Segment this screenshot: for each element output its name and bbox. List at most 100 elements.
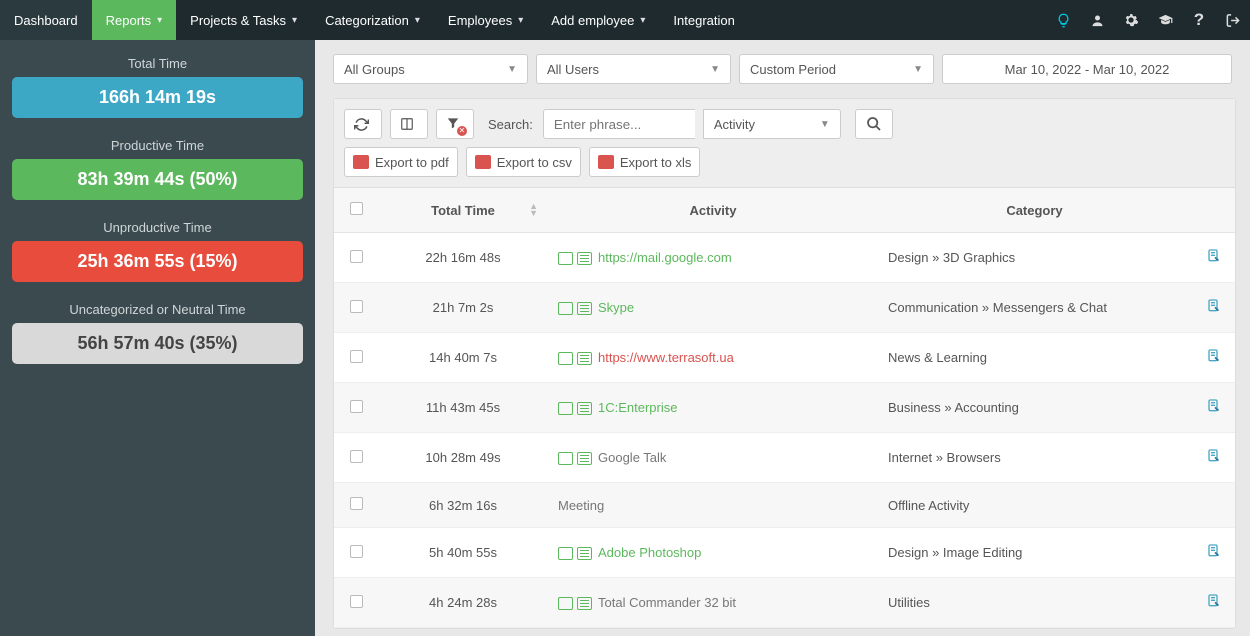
export-xls-button[interactable]: Export to xls [589, 147, 701, 177]
table-row: 6h 32m 16sMeetingOffline Activity [334, 483, 1235, 528]
cell-time: 5h 40m 55s [378, 528, 548, 578]
table-row: 5h 40m 55s Adobe Photoshop Design » Image … [334, 528, 1235, 578]
cell-time: 4h 24m 28s [378, 578, 548, 628]
row-checkbox[interactable] [350, 250, 363, 263]
row-checkbox[interactable] [350, 595, 363, 608]
select-all-checkbox[interactable] [350, 202, 363, 215]
document-icon [577, 252, 592, 265]
cell-activity: https://www.terrasoft.ua [548, 333, 878, 383]
user-icon[interactable] [1080, 0, 1114, 40]
nav-item-reports[interactable]: Reports▾ [92, 0, 177, 40]
search-input[interactable] [543, 109, 695, 139]
monitor-icon [558, 302, 573, 315]
cell-activity: https://mail.google.com [548, 233, 878, 283]
row-checkbox[interactable] [350, 545, 363, 558]
row-checkbox[interactable] [350, 497, 363, 510]
row-checkbox[interactable] [350, 400, 363, 413]
monitor-icon [558, 597, 573, 610]
cell-activity: 1C:Enterprise [548, 383, 878, 433]
columns-button[interactable] [390, 109, 428, 139]
sidebar: Total Time166h 14m 19sProductive Time83h… [0, 40, 315, 636]
csv-icon [475, 155, 491, 169]
date-range-select[interactable]: Mar 10, 2022 - Mar 10, 2022 [942, 54, 1232, 84]
document-icon [577, 597, 592, 610]
export-csv-button[interactable]: Export to csv [466, 147, 581, 177]
export-pdf-button[interactable]: Export to pdf [344, 147, 458, 177]
report-panel: ✕ Search: Activity▼ Export to pdf Export… [333, 98, 1236, 629]
metric-label: Total Time [12, 50, 303, 77]
cell-time: 22h 16m 48s [378, 233, 548, 283]
chevron-down-icon: ▾ [157, 15, 162, 26]
table-row: 22h 16m 48shttps://mail.google.comDesign… [334, 233, 1235, 283]
table-row: 21h 7m 2sSkypeCommunication » Messengers… [334, 283, 1235, 333]
cell-time: 11h 43m 45s [378, 383, 548, 433]
period-select[interactable]: Custom Period▼ [739, 54, 934, 84]
search-label: Search: [482, 117, 535, 132]
edit-category-button[interactable] [1205, 453, 1221, 468]
edit-category-button[interactable] [1205, 303, 1221, 318]
activity-link[interactable]: Skype [598, 300, 634, 315]
monitor-icon [558, 352, 573, 365]
chevron-down-icon: ▾ [518, 15, 523, 26]
chevron-down-icon: ▾ [292, 15, 297, 26]
activity-link[interactable]: Adobe Photoshop [598, 545, 701, 560]
row-checkbox[interactable] [350, 350, 363, 363]
cell-category: News & Learning [878, 333, 1191, 383]
activity-link[interactable]: 1C:Enterprise [598, 400, 677, 415]
search-button[interactable] [855, 109, 893, 139]
lightbulb-icon[interactable] [1046, 0, 1080, 40]
logout-icon[interactable] [1216, 0, 1250, 40]
col-header-activity[interactable]: Activity [548, 188, 878, 233]
chevron-down-icon: ▾ [415, 15, 420, 26]
chevron-down-icon: ▾ [640, 15, 645, 26]
refresh-button[interactable] [344, 109, 382, 139]
col-header-category[interactable]: Category [878, 188, 1191, 233]
document-icon [577, 547, 592, 560]
cell-time: 6h 32m 16s [378, 483, 548, 528]
gear-icon[interactable] [1114, 0, 1148, 40]
xls-icon [598, 155, 614, 169]
col-header-time[interactable]: Total Time▲▼ [378, 188, 548, 233]
row-checkbox[interactable] [350, 450, 363, 463]
row-checkbox[interactable] [350, 300, 363, 313]
user-select[interactable]: All Users▼ [536, 54, 731, 84]
monitor-icon [558, 252, 573, 265]
search-scope-select[interactable]: Activity▼ [703, 109, 841, 139]
activity-link[interactable]: https://mail.google.com [598, 250, 732, 265]
cell-activity: Total Commander 32 bit [548, 578, 878, 628]
edit-category-button[interactable] [1205, 403, 1221, 418]
edit-category-button[interactable] [1205, 253, 1221, 268]
cell-category: Communication » Messengers & Chat [878, 283, 1191, 333]
group-select[interactable]: All Groups▼ [333, 54, 528, 84]
cell-activity: Google Talk [548, 433, 878, 483]
chevron-down-icon: ▼ [820, 119, 830, 130]
activity-link: Meeting [558, 498, 604, 513]
edit-category-button[interactable] [1205, 548, 1221, 563]
table-row: 10h 28m 49sGoogle TalkInternet » Browser… [334, 433, 1235, 483]
nav-item-add-employee[interactable]: Add employee▾ [537, 0, 659, 40]
help-icon[interactable]: ? [1182, 0, 1216, 40]
clear-filter-button[interactable]: ✕ [436, 109, 474, 139]
nav-item-dashboard[interactable]: Dashboard [0, 0, 92, 40]
edit-category-button[interactable] [1205, 353, 1221, 368]
cell-category: Design » Image Editing [878, 528, 1191, 578]
activity-link[interactable]: https://www.terrasoft.ua [598, 350, 734, 365]
cell-activity: Meeting [548, 483, 878, 528]
nav-item-integration[interactable]: Integration [659, 0, 748, 40]
metric-label: Unproductive Time [12, 214, 303, 241]
metric-label: Uncategorized or Neutral Time [12, 296, 303, 323]
nav-item-categorization[interactable]: Categorization▾ [311, 0, 434, 40]
metric-m-neutral: Uncategorized or Neutral Time56h 57m 40s… [12, 296, 303, 364]
nav-item-employees[interactable]: Employees▾ [434, 0, 537, 40]
document-icon [577, 302, 592, 315]
document-icon [577, 402, 592, 415]
pdf-icon [353, 155, 369, 169]
table-body: 22h 16m 48s https://mail.google.com Design… [334, 233, 1235, 628]
table-row: 4h 24m 28sTotal Commander 32 bitUtilitie… [334, 578, 1235, 628]
graduation-cap-icon[interactable] [1148, 0, 1182, 40]
edit-category-button[interactable] [1205, 598, 1221, 613]
nav-item-projects-tasks[interactable]: Projects & Tasks▾ [176, 0, 311, 40]
metric-value: 56h 57m 40s (35%) [12, 323, 303, 364]
toolbar: ✕ Search: Activity▼ Export to pdf Export… [334, 99, 1235, 188]
metric-value: 166h 14m 19s [12, 77, 303, 118]
